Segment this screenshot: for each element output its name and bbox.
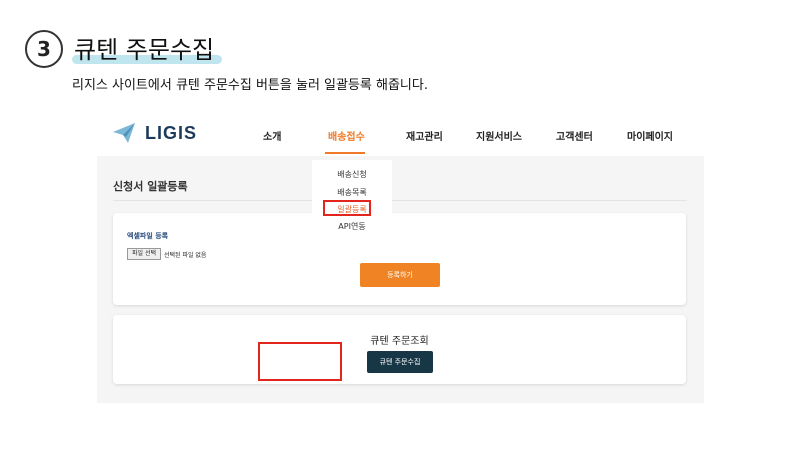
menu-item-shipping-list[interactable]: 배송목록 (312, 187, 392, 198)
ligis-screenshot: LIGIS 소개 배송접수 재고관리 지원서비스 고객센터 마이페이지 신청서 … (97, 112, 704, 403)
file-status-text: 선택된 파일 없음 (164, 252, 207, 259)
logo[interactable]: LIGIS (145, 123, 197, 144)
step-title: 큐텐 주문수집 (74, 36, 215, 64)
nav-item-support[interactable]: 지원서비스 (476, 128, 522, 143)
qoo10-order-query-card: 큐텐 주문조회 큐텐 주문수집 (113, 315, 686, 384)
paper-plane-icon (113, 123, 135, 143)
top-navigation-bar: LIGIS 소개 배송접수 재고관리 지원서비스 고객센터 마이페이지 (97, 112, 704, 156)
step-number: 3 (37, 37, 51, 61)
register-button[interactable]: 등록하기 (360, 263, 440, 287)
divider (113, 200, 687, 201)
shipping-dropdown-menu: 배송신청 배송목록 일괄등록 API연동 (312, 160, 392, 236)
qoo10-order-query-title: 큐텐 주문조회 (370, 336, 429, 347)
active-nav-indicator (325, 152, 365, 154)
step-description: 리지스 사이트에서 큐텐 주문수집 버튼을 눌러 일괄등록 해줍니다. (72, 78, 428, 93)
bulk-register-highlight-box (323, 200, 371, 216)
step-number-badge: 3 (25, 30, 63, 68)
nav-item-customer-center[interactable]: 고객센터 (556, 128, 593, 143)
nav-item-inventory[interactable]: 재고관리 (406, 128, 443, 143)
qoo10-order-collect-button[interactable]: 큐텐 주문수집 (367, 351, 433, 373)
excel-upload-label: 엑셀파일 등록 (127, 232, 169, 240)
collect-button-highlight-box (258, 342, 342, 381)
menu-item-shipping-request[interactable]: 배송신청 (312, 169, 392, 180)
page-title: 신청서 일괄등록 (113, 180, 188, 193)
excel-upload-card: 엑셀파일 등록 파일 선택 선택된 파일 없음 등록하기 (113, 213, 686, 305)
menu-item-api[interactable]: API연동 (312, 221, 392, 232)
nav-item-mypage[interactable]: 마이페이지 (627, 128, 673, 143)
nav-item-shipping[interactable]: 배송접수 (328, 128, 365, 143)
file-select-button[interactable]: 파일 선택 (127, 248, 161, 260)
nav-item-intro[interactable]: 소개 (263, 128, 281, 143)
